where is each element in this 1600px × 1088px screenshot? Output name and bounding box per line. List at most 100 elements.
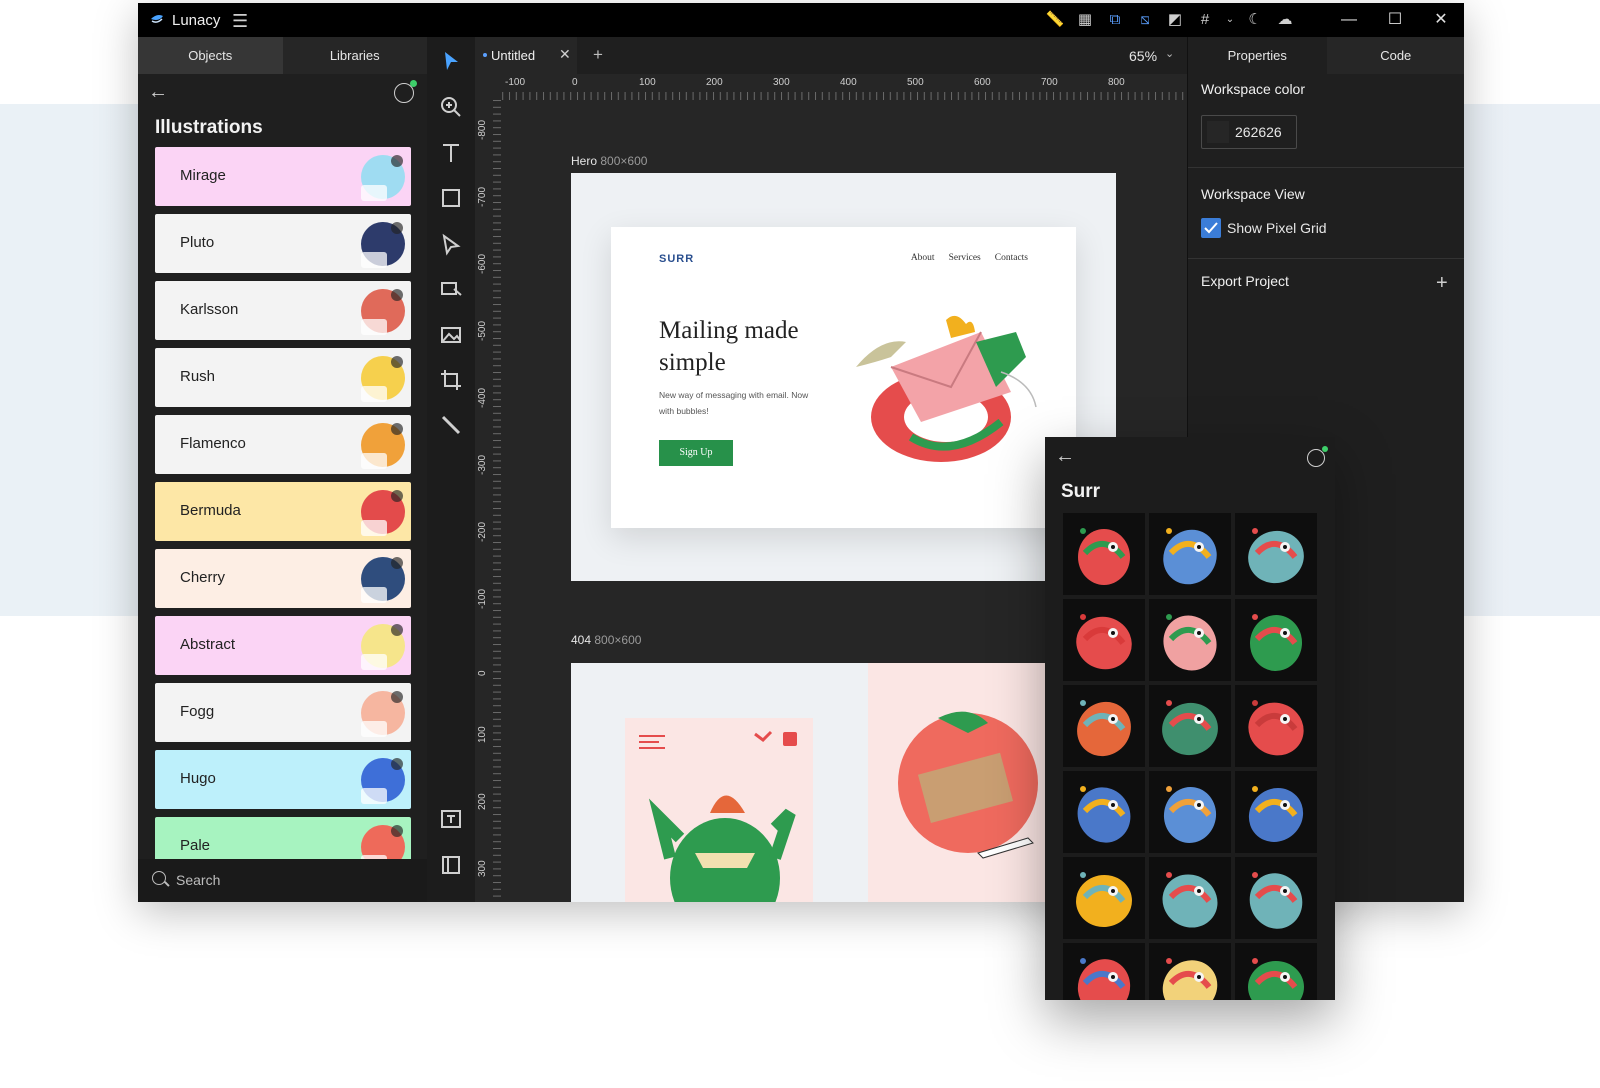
illustration-thumbnail[interactable] xyxy=(1063,685,1145,767)
back-arrow-icon[interactable]: ← xyxy=(148,81,168,104)
document-tabs: Untitled ✕ + 65% ⌄ xyxy=(475,37,1187,74)
library-card[interactable]: Bermuda xyxy=(155,482,411,541)
surr-illustration-grid xyxy=(1063,513,1319,1000)
library-card[interactable]: Cherry xyxy=(155,549,411,608)
illustration-thumbnail[interactable] xyxy=(1063,857,1145,939)
illustration-thumbnail[interactable] xyxy=(1063,943,1145,1000)
illustration-thumbnail[interactable] xyxy=(1149,599,1231,681)
illustration-thumbnail[interactable] xyxy=(1235,599,1317,681)
rulers-icon[interactable]: 📏 xyxy=(1044,9,1066,31)
workspace-color-swatch[interactable] xyxy=(1207,121,1229,143)
mask-icon[interactable]: ◩ xyxy=(1164,9,1186,31)
rectangle-tool-icon[interactable] xyxy=(439,186,463,210)
tab-libraries[interactable]: Libraries xyxy=(283,37,428,74)
mobile-mockup xyxy=(625,718,813,902)
illustration-thumbnail[interactable] xyxy=(1149,771,1231,853)
divider xyxy=(1188,167,1464,168)
ruler-tick-label: -600 xyxy=(477,253,488,274)
ruler-tick-label: 800 xyxy=(1108,77,1125,88)
back-arrow-icon[interactable]: ← xyxy=(1055,445,1075,468)
library-card-label: Abstract xyxy=(180,636,236,653)
workspace-color-field[interactable]: 262626 xyxy=(1201,115,1297,149)
illustration-thumbnail[interactable] xyxy=(1235,943,1317,1000)
illustration-thumbnail[interactable] xyxy=(1235,771,1317,853)
zoom-icon[interactable] xyxy=(439,95,463,119)
dark-mode-icon[interactable]: ☾ xyxy=(1244,9,1266,31)
component-tool-icon[interactable] xyxy=(439,277,463,301)
illustration-thumbnail[interactable] xyxy=(1063,513,1145,595)
ruler-tick-label: 300 xyxy=(773,77,790,88)
close-icon[interactable]: ✕ xyxy=(1418,3,1464,37)
cloud-upload-icon[interactable]: ☁ xyxy=(1274,9,1296,31)
illustration-thumbnail[interactable] xyxy=(1235,857,1317,939)
thumbnail-illustration xyxy=(1162,872,1218,928)
crop-tool-icon[interactable] xyxy=(439,368,463,392)
illustration-thumbnail[interactable] xyxy=(1149,513,1231,595)
slice-tool-icon[interactable] xyxy=(439,413,463,437)
lunacy-logo-icon xyxy=(151,15,163,23)
illustration-thumbnail[interactable] xyxy=(1235,513,1317,595)
account-icon[interactable] xyxy=(1307,446,1328,467)
tab-properties[interactable]: Properties xyxy=(1188,37,1327,74)
library-card[interactable]: Mirage xyxy=(155,147,411,206)
show-pixel-grid-checkbox[interactable] xyxy=(1201,218,1221,238)
illustration-thumbnail[interactable] xyxy=(1149,943,1231,1000)
chevron-down-icon[interactable]: ⌄ xyxy=(1224,9,1236,31)
illustration-thumbnail[interactable] xyxy=(1149,857,1231,939)
image-tool-icon[interactable] xyxy=(439,323,463,347)
illustration-thumbnail[interactable] xyxy=(1063,599,1145,681)
search-bar[interactable]: Search xyxy=(138,859,427,902)
hero-artboard-dims: 800×600 xyxy=(600,154,648,168)
account-icon[interactable] xyxy=(394,80,417,103)
library-card[interactable]: Abstract xyxy=(155,616,411,675)
new-tab-icon[interactable]: + xyxy=(593,45,603,65)
text-frame-icon[interactable] xyxy=(439,807,463,831)
pixel-snap-icon[interactable]: ⧅ xyxy=(1134,9,1156,31)
snap-icon[interactable]: ⧉ xyxy=(1104,9,1126,31)
hero-artboard-label[interactable]: Hero 800×600 xyxy=(571,154,647,168)
thumbnail-illustration xyxy=(1249,614,1303,671)
ruler-tick-label: 100 xyxy=(477,726,488,743)
library-card[interactable]: Hugo xyxy=(155,750,411,809)
ruler-ticks-vertical xyxy=(475,100,501,902)
select-arrow-icon[interactable] xyxy=(439,49,463,73)
panel-toggle-icon[interactable] xyxy=(439,853,463,877)
pen-tool-icon[interactable] xyxy=(439,232,463,256)
thumbnail-illustration xyxy=(1248,700,1304,756)
zoom-level[interactable]: 65% xyxy=(1129,48,1157,64)
hamburger-menu-icon[interactable]: ☰ xyxy=(232,11,248,32)
library-card[interactable]: Karlsson xyxy=(155,281,411,340)
hero-artboard[interactable]: SURR About Services Contacts Mailing mad… xyxy=(571,173,1116,581)
maximize-icon[interactable]: ☐ xyxy=(1372,3,1418,37)
grid-icon[interactable]: # xyxy=(1194,9,1216,31)
ruler-ticks-horizontal xyxy=(501,74,1187,100)
hero-artboard-name: Hero xyxy=(571,154,598,168)
layout-grid-icon[interactable]: ▦ xyxy=(1074,9,1096,31)
artboard-404-label[interactable]: 404 800×600 xyxy=(571,633,641,647)
ruler-horizontal: -100 0 100 200 300 400 500 600 700 800 xyxy=(475,74,1187,100)
library-card-label: Flamenco xyxy=(180,435,246,452)
workspace-color-value[interactable]: 262626 xyxy=(1235,124,1282,140)
library-card-illustration xyxy=(361,490,405,536)
title-bar: Lunacy ☰ 📏 ▦ ⧉ ⧅ ◩ # ⌄ ☾ ☁ — ☐ ✕ xyxy=(138,3,1464,37)
illustration-thumbnail[interactable] xyxy=(1235,685,1317,767)
library-card[interactable]: Rush xyxy=(155,348,411,407)
tab-code[interactable]: Code xyxy=(1327,37,1465,74)
illustration-thumbnail[interactable] xyxy=(1149,685,1231,767)
library-card[interactable]: Pale xyxy=(155,817,411,862)
tab-objects[interactable]: Objects xyxy=(138,37,283,74)
zoom-chevron-down-icon[interactable]: ⌄ xyxy=(1165,47,1174,60)
illustration-thumbnail[interactable] xyxy=(1063,771,1145,853)
search-input[interactable]: Search xyxy=(176,872,220,888)
library-card[interactable]: Pluto xyxy=(155,214,411,273)
library-card[interactable]: Flamenco xyxy=(155,415,411,474)
tab-untitled[interactable]: Untitled ✕ xyxy=(475,37,577,74)
text-tool-icon[interactable] xyxy=(439,141,463,165)
add-export-icon[interactable]: + xyxy=(1436,272,1448,295)
show-pixel-grid-label[interactable]: Show Pixel Grid xyxy=(1227,220,1327,236)
artboard-404[interactable] xyxy=(571,663,1128,902)
close-tab-icon[interactable]: ✕ xyxy=(559,46,571,63)
surr-logo: SURR xyxy=(659,253,695,265)
minimize-icon[interactable]: — xyxy=(1326,3,1372,37)
library-card[interactable]: Fogg xyxy=(155,683,411,742)
